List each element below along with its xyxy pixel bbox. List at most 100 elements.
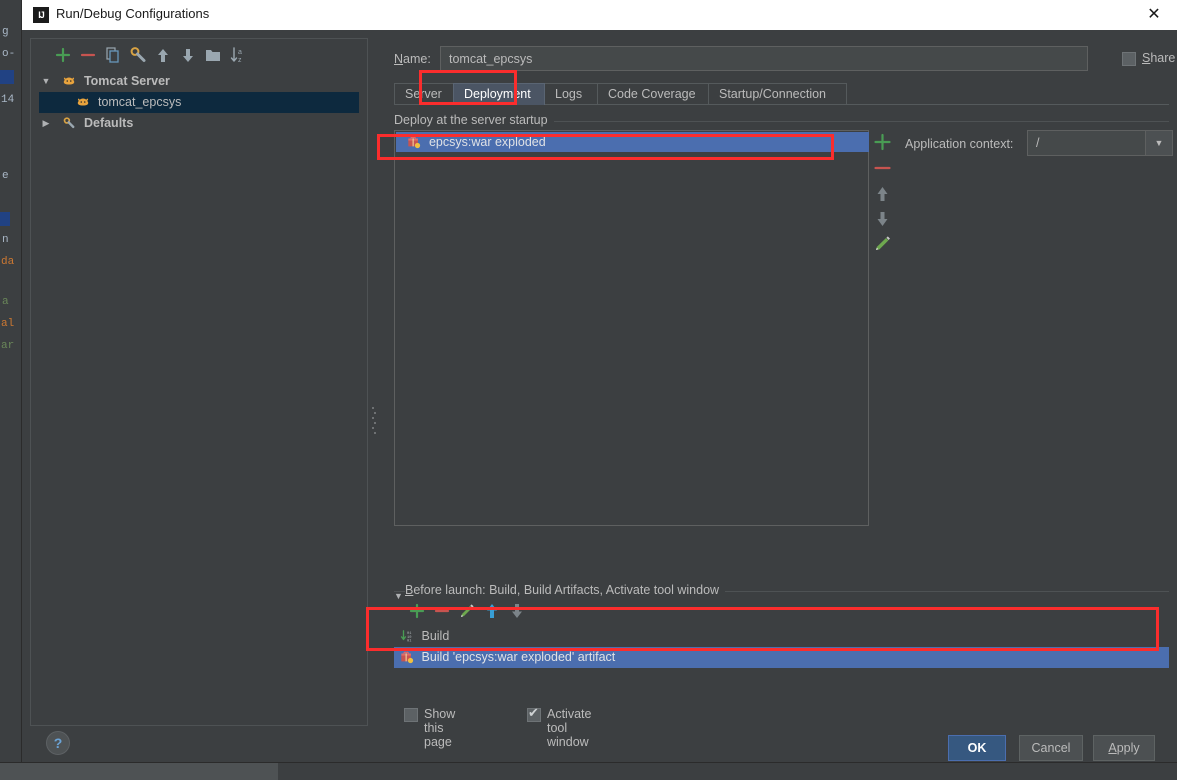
chevron-down-icon[interactable]: ▼ <box>1145 131 1172 155</box>
artifact-icon <box>400 650 414 664</box>
dialog-title: Run/Debug Configurations <box>56 6 210 21</box>
tab-label: Server <box>405 87 442 101</box>
activate-tool-window-label[interactable]: Activate tool window <box>547 707 591 749</box>
move-task-up-button[interactable] <box>482 601 502 621</box>
show-this-page-checkbox[interactable] <box>404 708 418 722</box>
tab-label: Code Coverage <box>608 87 696 101</box>
background-text-fragment: g <box>2 26 9 38</box>
tomcat-icon <box>62 74 76 88</box>
share-label[interactable]: Share <box>1142 51 1175 65</box>
background-text-fragment: 14 <box>1 94 15 106</box>
name-label: Name: <box>394 52 431 66</box>
application-context-combobox[interactable]: / ▼ <box>1027 130 1173 156</box>
dialog-body: a z ▼ Tomcat Server tomcat_epcsys ▶ Defa… <box>22 30 1177 762</box>
configuration-tabs: Server Deployment Logs Code Coverage Sta… <box>394 83 1169 105</box>
sort-az-icon[interactable]: a z <box>228 45 248 65</box>
before-launch-title-rest: efore launch: Build, Build Artifacts, Ac… <box>413 583 720 597</box>
arrow-up-icon[interactable] <box>153 45 173 65</box>
chevron-down-icon[interactable]: ▼ <box>394 591 403 601</box>
apply-mnemonic: A <box>1108 741 1117 755</box>
configurations-tree: ▼ Tomcat Server tomcat_epcsys ▶ Defaults <box>39 71 359 130</box>
move-task-down-button[interactable] <box>507 601 527 621</box>
configuration-editor-panel: Name: tomcat_epcsys Share Server Deploym… <box>380 38 1175 749</box>
deployment-artifact-label: epcsys:war exploded <box>428 135 546 149</box>
application-context-value: / <box>1036 136 1040 150</box>
before-launch-section: ▼ Before launch: Build, Build Artifacts,… <box>394 583 1169 693</box>
tab-code-coverage[interactable]: Code Coverage <box>597 83 709 105</box>
tab-deployment[interactable]: Deployment <box>453 83 545 105</box>
edit-artifact-button[interactable] <box>870 232 895 256</box>
svg-text:01: 01 <box>407 640 412 643</box>
add-task-button[interactable] <box>407 601 427 621</box>
apply-label-rest: pply <box>1116 741 1140 755</box>
arrow-down-icon[interactable] <box>178 45 198 65</box>
splitter-handle[interactable] <box>372 404 376 434</box>
before-launch-task-build[interactable]: 01 10 01 Build <box>394 626 1169 647</box>
chevron-right-icon[interactable]: ▶ <box>39 113 53 134</box>
copy-icon[interactable] <box>103 45 123 65</box>
edit-task-button[interactable] <box>457 601 477 621</box>
svg-text:a: a <box>238 49 242 56</box>
background-status-bar <box>0 762 1177 780</box>
remove-task-button[interactable] <box>432 601 452 621</box>
tomcat-icon <box>76 95 90 109</box>
ok-button[interactable]: OK <box>948 735 1006 761</box>
deployment-artifact-row[interactable]: epcsys:war exploded <box>396 132 869 152</box>
background-text-fragment: o- <box>2 48 16 60</box>
dialog-titlebar: IJ Run/Debug Configurations ✕ <box>22 0 1177 31</box>
remove-configuration-button[interactable] <box>78 45 98 65</box>
tree-item-tomcat-epcsys[interactable]: tomcat_epcsys <box>39 92 359 113</box>
before-launch-title: Before launch: Build, Build Artifacts, A… <box>405 583 726 597</box>
svg-text:z: z <box>238 57 242 64</box>
background-text-fragment: n <box>2 234 9 246</box>
tree-item-label: tomcat_epcsys <box>97 95 182 109</box>
background-text-fragment: da <box>1 256 15 268</box>
wrench-icon[interactable] <box>128 45 148 65</box>
background-text-fragment <box>0 70 14 84</box>
application-context-label: Application context: <box>905 137 1014 151</box>
tab-logs[interactable]: Logs <box>544 83 598 105</box>
panel-splitter[interactable] <box>368 38 380 724</box>
show-this-page-label[interactable]: Show this page <box>424 707 455 749</box>
tab-label: Deployment <box>464 87 531 101</box>
build-icon: 01 10 01 <box>400 629 414 643</box>
apply-button[interactable]: Apply <box>1093 735 1155 761</box>
name-mnemonic: N <box>394 52 404 66</box>
close-icon[interactable]: ✕ <box>1131 0 1177 29</box>
chevron-down-icon[interactable]: ▼ <box>39 71 53 92</box>
cancel-button[interactable]: Cancel <box>1019 735 1083 761</box>
deploy-at-startup-title: Deploy at the server startup <box>394 113 554 127</box>
before-launch-task-artifact[interactable]: Build 'epcsys:war exploded' artifact <box>394 647 1169 668</box>
remove-artifact-button[interactable] <box>870 156 895 180</box>
add-artifact-button[interactable] <box>870 130 895 154</box>
before-launch-task-label: Build <box>421 629 450 643</box>
move-artifact-down-button[interactable] <box>870 207 895 231</box>
share-checkbox[interactable] <box>1122 52 1136 66</box>
folder-icon[interactable] <box>203 45 223 65</box>
background-text-fragment: a <box>2 296 9 308</box>
tree-item-tomcat-server[interactable]: ▼ Tomcat Server <box>39 71 359 92</box>
tab-startup-connection[interactable]: Startup/Connection <box>708 83 847 105</box>
background-text-fragment: ar <box>1 340 15 352</box>
add-configuration-button[interactable] <box>53 45 73 65</box>
background-text-fragment <box>0 212 10 226</box>
share-label-rest: hare <box>1150 51 1176 65</box>
move-artifact-up-button[interactable] <box>870 182 895 206</box>
wrench-icon <box>62 116 76 130</box>
before-launch-task-label: Build 'epcsys:war exploded' artifact <box>421 650 616 664</box>
activate-tool-window-checkbox[interactable] <box>527 705 541 722</box>
tab-server[interactable]: Server <box>394 83 454 105</box>
background-text-fragment: e <box>2 170 9 182</box>
artifact-icon <box>407 135 421 149</box>
before-launch-tasks-list[interactable]: 01 10 01 Build Build 'epcsys:war explode… <box>394 626 1169 670</box>
deployment-artifacts-list[interactable]: epcsys:war exploded <box>394 130 869 526</box>
tree-item-label: Tomcat Server <box>83 74 170 88</box>
configurations-panel: a z ▼ Tomcat Server tomcat_epcsys ▶ Defa… <box>30 38 368 726</box>
name-label-rest: ame: <box>403 52 431 66</box>
tree-item-defaults[interactable]: ▶ Defaults <box>39 113 359 134</box>
help-button[interactable]: ? <box>46 731 70 755</box>
name-input[interactable]: tomcat_epcsys <box>440 46 1088 71</box>
background-editor-strip: g o- 14 e n da a al ar <box>0 0 23 762</box>
before-launch-toolbar <box>399 601 699 623</box>
intellij-idea-icon: IJ <box>33 7 49 23</box>
